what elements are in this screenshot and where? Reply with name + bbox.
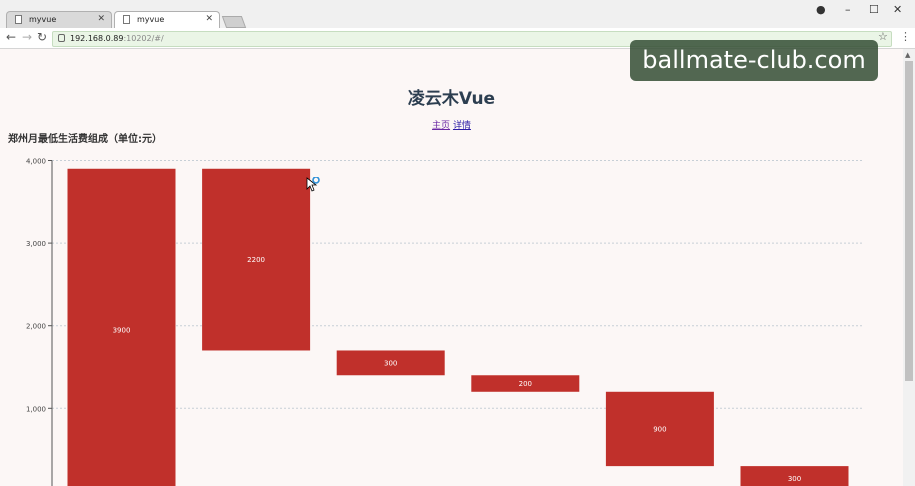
tab-myvue-1[interactable]: myvue ✕ [6,11,112,28]
bar-value-label: 2200 [247,256,265,264]
maximize-button[interactable]: ☐ [869,3,879,16]
bar-value-label: 300 [788,475,801,483]
tab-myvue-2[interactable]: myvue ✕ [114,11,220,28]
page-content: 凌云木Vue 主页 详情 郑州月最低生活费组成（单位:元） 4,000 3,000… [0,49,903,486]
new-tab-button[interactable] [221,16,247,28]
y-tick-label: 4,000 [26,158,46,166]
close-tab-icon[interactable]: ✕ [205,14,213,24]
reload-icon[interactable]: ↻ [37,30,47,44]
info-icon[interactable] [58,34,65,42]
bar-value-label: 3900 [113,326,131,334]
menu-dots-icon[interactable]: ⋮ [900,30,911,43]
tab-strip: myvue ✕ myvue ✕ ● – ☐ ✕ [0,0,915,28]
minimize-button[interactable]: – [845,3,851,16]
back-arrow-icon[interactable]: ← [6,30,16,44]
tab-title: myvue [137,15,165,24]
waterfall-chart: 4,000 3,000 2,000 1,000 3900 2200 300 200 900 300 [26,158,862,486]
y-tick-label: 3,000 [26,240,46,248]
browser-window: myvue ✕ myvue ✕ ● – ☐ ✕ ← → ↻ 192.168.0.… [0,0,915,486]
y-tick-label: 2,000 [26,323,46,331]
bar-value-label: 200 [519,380,532,388]
busy-cursor-icon [306,177,320,192]
bar-value-label: 300 [384,359,397,367]
url-text[interactable]: 192.168.0.89:10202/#/ [70,34,164,43]
profile-icon[interactable]: ● [816,3,826,16]
close-window-button[interactable]: ✕ [893,3,902,16]
bookmark-star-icon[interactable]: ☆ [878,30,888,43]
y-tick-label: 1,000 [26,405,46,413]
scrollbar-thumb[interactable] [905,61,913,381]
tab-title: myvue [29,15,57,24]
watermark: ballmate-club.com [630,40,878,81]
scroll-up-arrow-icon[interactable]: ▲ [905,51,910,59]
close-tab-icon[interactable]: ✕ [97,14,105,24]
forward-arrow-icon[interactable]: → [22,30,32,44]
bar-value-label: 900 [653,425,666,433]
document-icon [15,15,22,24]
document-icon [123,15,130,24]
vertical-scrollbar[interactable]: ▲ [903,49,915,486]
